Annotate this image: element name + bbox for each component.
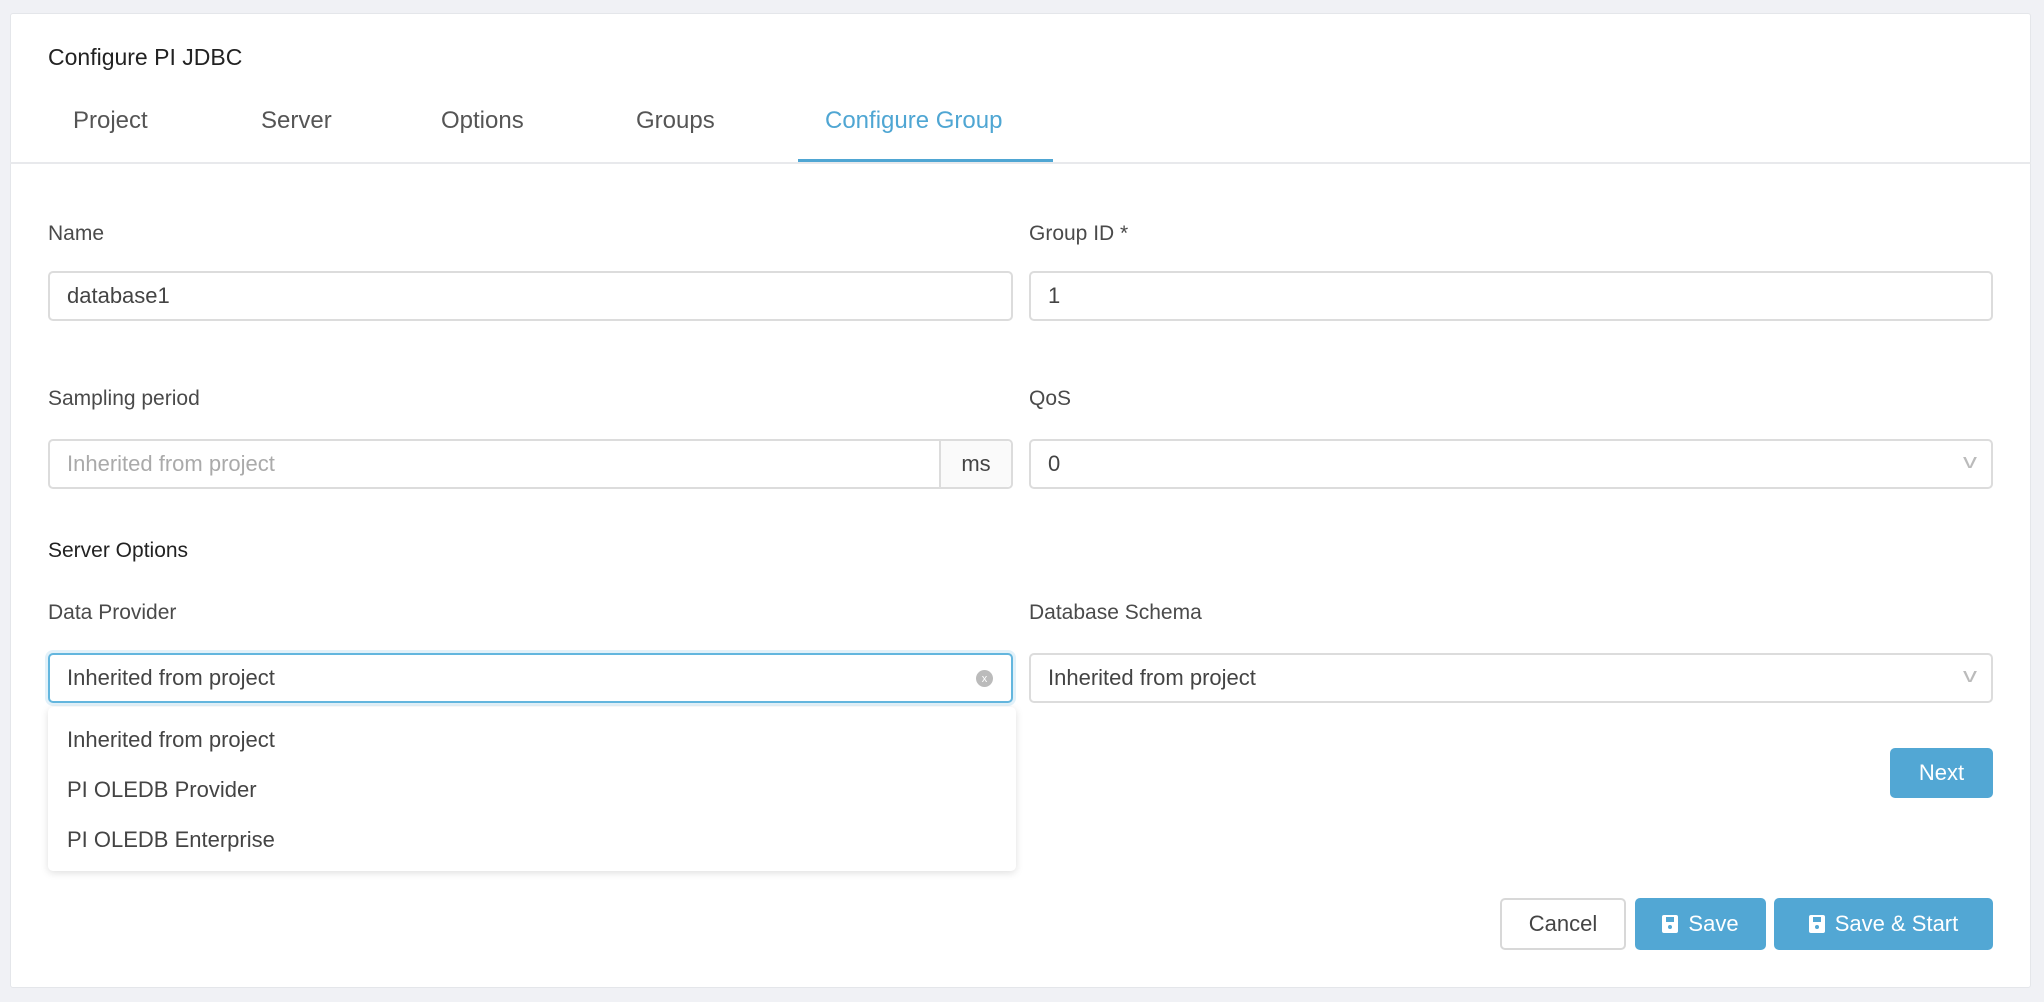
group-id-input[interactable]: 1 xyxy=(1029,271,1993,321)
next-button[interactable]: Next xyxy=(1890,748,1993,798)
page-title: Configure PI JDBC xyxy=(48,44,243,70)
active-tab-indicator xyxy=(798,159,1053,162)
group-id-value: 1 xyxy=(1048,283,1061,308)
name-value: database1 xyxy=(67,283,170,308)
cancel-label: Cancel xyxy=(1528,911,1598,936)
save-button[interactable]: Save xyxy=(1635,898,1766,950)
cancel-button[interactable]: Cancel xyxy=(1500,898,1626,950)
save-label: Save xyxy=(1688,911,1739,936)
tabs-divider xyxy=(10,162,2031,164)
database-schema-label: Database Schema xyxy=(1029,601,1202,624)
qos-label: QoS xyxy=(1029,387,1072,410)
dropdown-option[interactable]: PI OLEDB Provider xyxy=(67,777,257,803)
sampling-period-placeholder: Inherited from project xyxy=(67,451,275,476)
save-icon xyxy=(1662,915,1679,933)
name-input[interactable]: database1 xyxy=(48,271,1013,321)
sampling-period-input[interactable]: Inherited from project ms xyxy=(48,439,1013,489)
next-label: Next xyxy=(1918,760,1965,785)
chevron-down-icon: v xyxy=(1963,451,1977,473)
database-schema-select[interactable]: Inherited from project v xyxy=(1029,653,1993,703)
data-provider-dropdown: Inherited from project PI OLEDB Provider… xyxy=(48,707,1016,871)
name-label: Name xyxy=(48,222,105,245)
dropdown-option[interactable]: PI OLEDB Enterprise xyxy=(67,827,275,853)
save-and-start-button[interactable]: Save & Start xyxy=(1774,898,1993,950)
qos-value: 0 xyxy=(1048,451,1061,476)
data-provider-label: Data Provider xyxy=(48,601,177,624)
qos-select[interactable]: 0 v xyxy=(1029,439,1993,489)
database-schema-value: Inherited from project xyxy=(1048,665,1256,690)
save-start-label: Save & Start xyxy=(1834,911,1959,936)
data-provider-value: Inherited from project xyxy=(67,665,275,690)
group-id-label: Group ID * xyxy=(1029,222,1129,245)
tab-server[interactable]: Server xyxy=(261,107,332,135)
server-options-heading: Server Options xyxy=(48,539,189,562)
tab-project[interactable]: Project xyxy=(73,107,148,135)
sampling-unit-addon: ms xyxy=(939,441,1011,487)
chevron-down-icon: v xyxy=(1963,665,1977,687)
dropdown-option[interactable]: Inherited from project xyxy=(67,727,275,753)
tab-groups[interactable]: Groups xyxy=(636,107,715,135)
tab-configure-group[interactable]: Configure Group xyxy=(825,107,1002,135)
tab-options[interactable]: Options xyxy=(441,107,524,135)
clear-icon[interactable]: x xyxy=(976,670,993,687)
data-provider-select[interactable]: Inherited from project x xyxy=(48,653,1013,703)
save-icon xyxy=(1808,915,1825,933)
sampling-period-label: Sampling period xyxy=(48,387,200,410)
